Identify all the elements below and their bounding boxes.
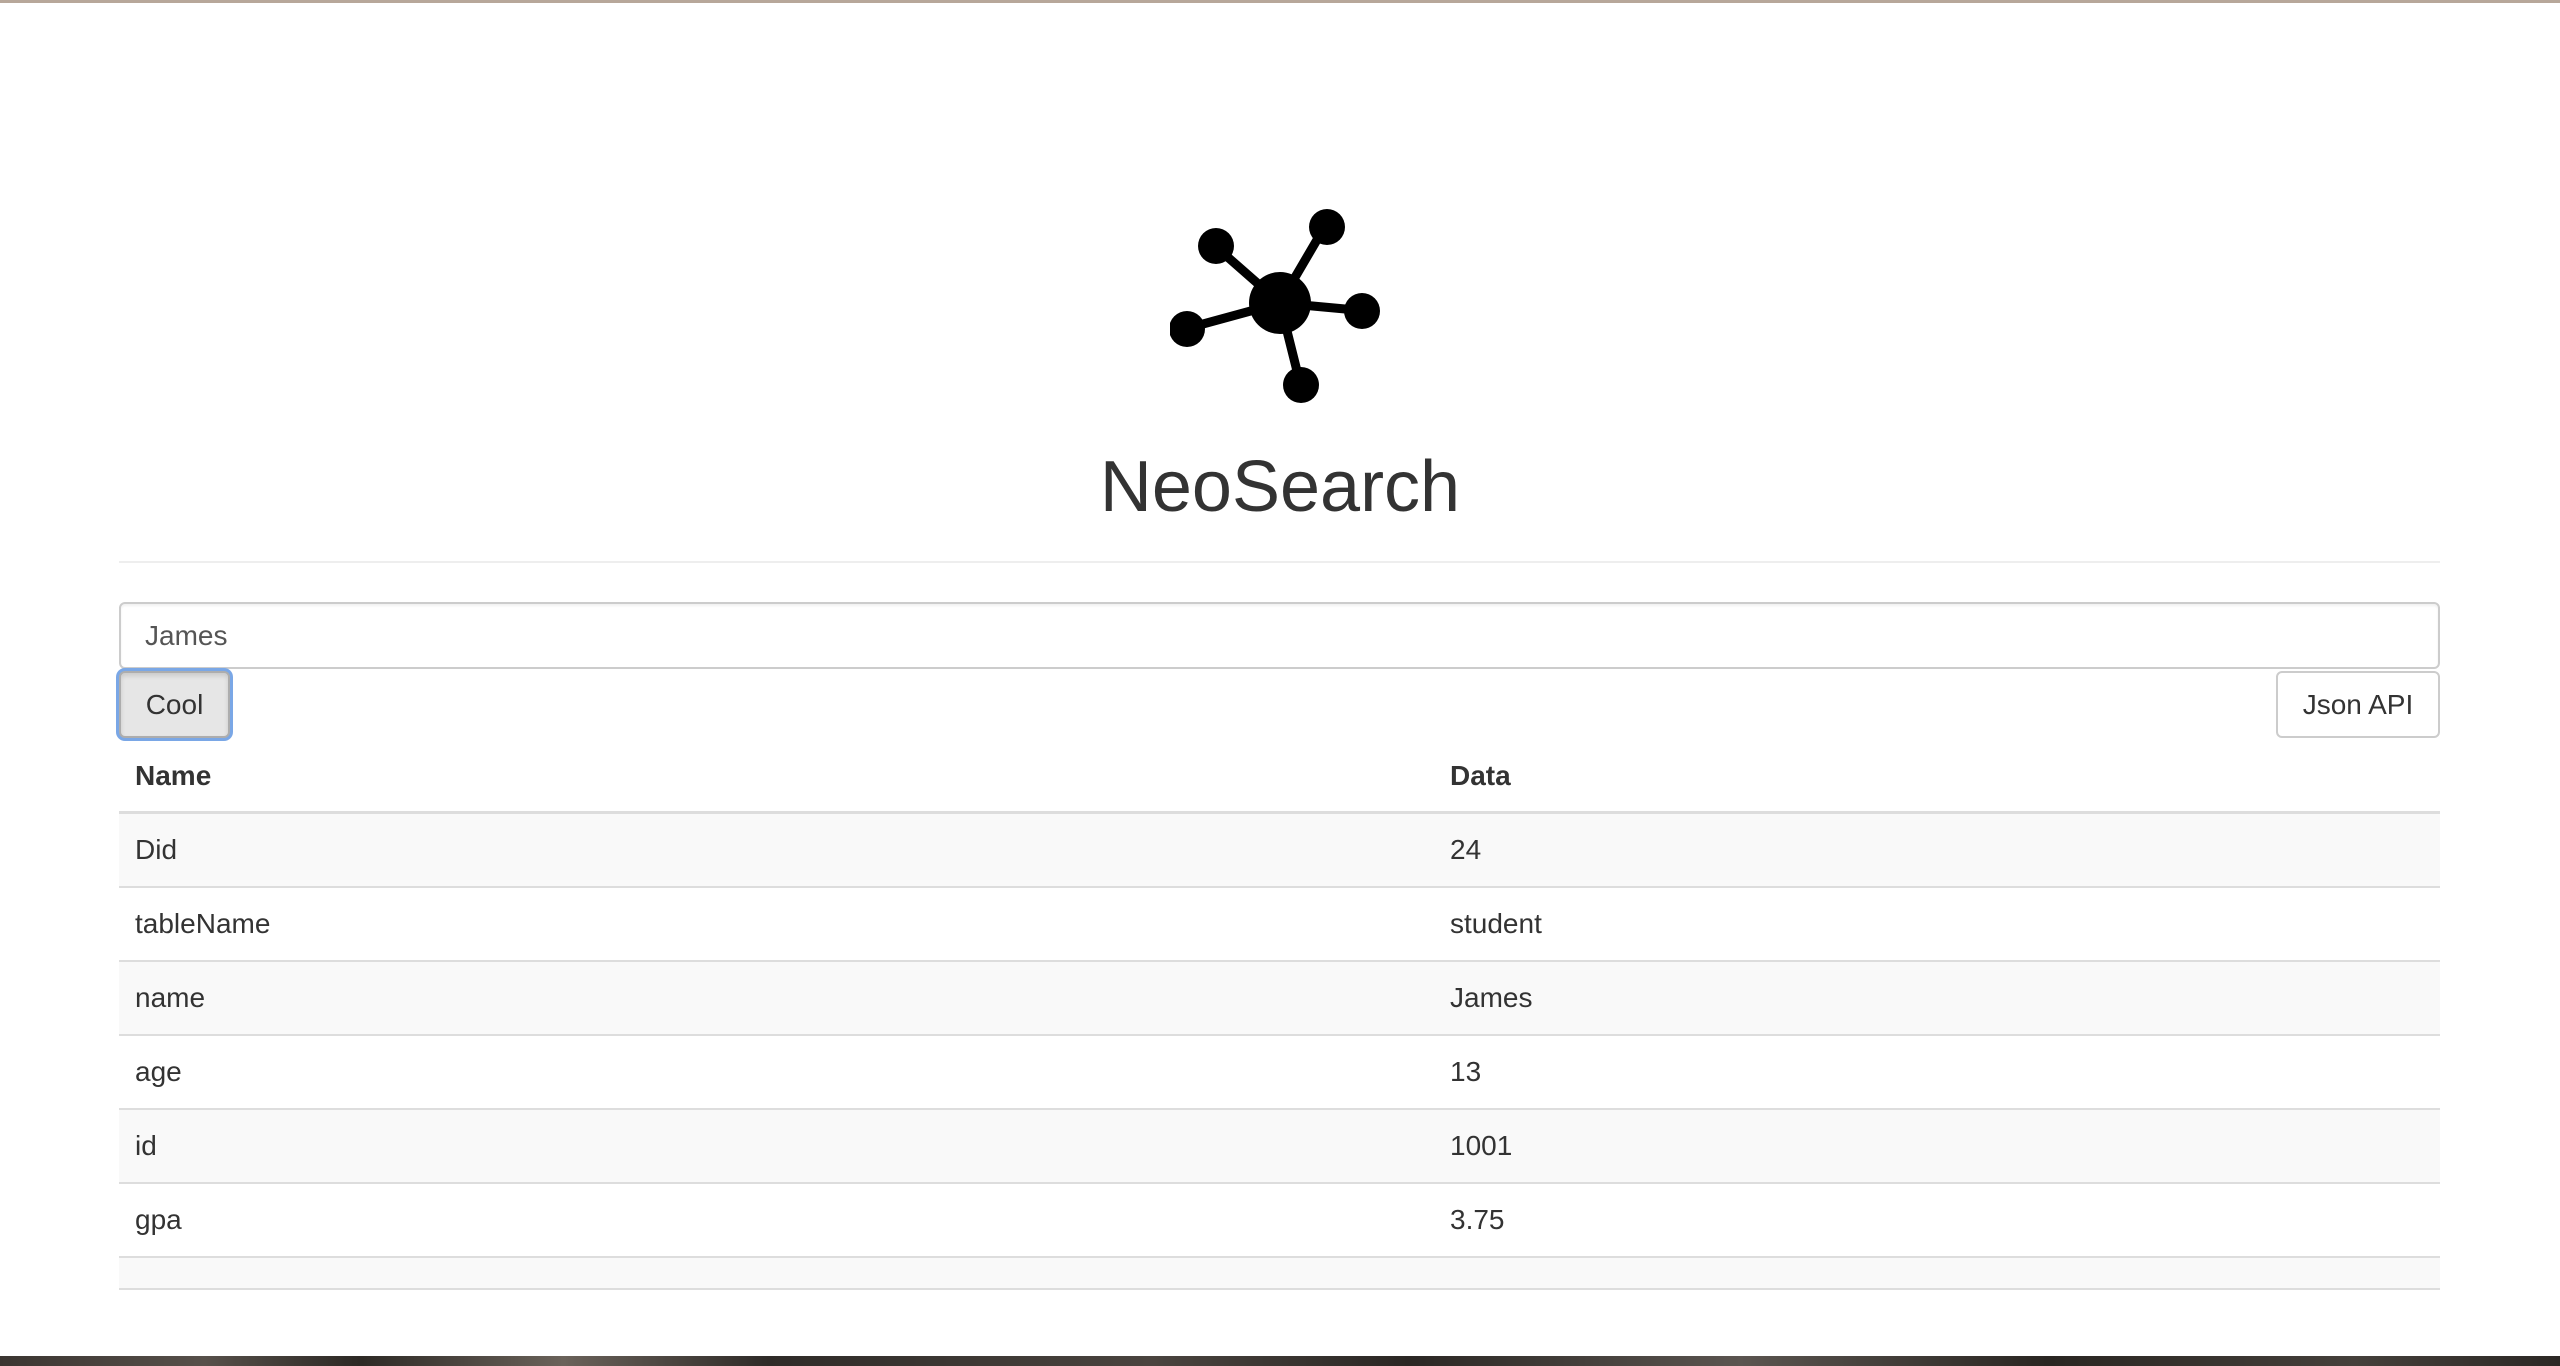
desktop-background-strip xyxy=(0,1356,2560,1366)
row-data-cell: 13 xyxy=(1434,1035,2440,1110)
row-name-cell: age xyxy=(119,1035,1434,1110)
column-header-data: Data xyxy=(1434,741,2440,814)
row-name-cell: gpa xyxy=(119,1183,1434,1258)
table-header-row: Name Data xyxy=(119,741,2440,814)
row-data-cell: 24 xyxy=(1434,812,2440,888)
header-divider xyxy=(119,561,2440,563)
row-data-cell-empty xyxy=(1434,1257,2440,1290)
row-name-cell: name xyxy=(119,961,1434,1036)
page-title: NeoSearch xyxy=(1099,447,1461,527)
row-data-cell: student xyxy=(1434,887,2440,962)
table-row: tableName student xyxy=(119,887,2440,962)
table-row: name James xyxy=(119,961,2440,1036)
table-row-empty xyxy=(119,1257,2440,1290)
row-name-cell: Did xyxy=(119,812,1434,888)
search-input[interactable] xyxy=(119,602,2440,669)
page-container: NeoSearch Cool Json API Name Data Did 24… xyxy=(0,3,2560,1356)
row-data-cell: 1001 xyxy=(1434,1109,2440,1184)
table-row: Did 24 xyxy=(119,812,2440,888)
row-data-cell: James xyxy=(1434,961,2440,1036)
table-row: gpa 3.75 xyxy=(119,1183,2440,1258)
json-api-button[interactable]: Json API xyxy=(2276,671,2440,738)
results-table: Name Data Did 24 tableName student name … xyxy=(119,741,2440,1290)
cool-button[interactable]: Cool xyxy=(119,671,230,738)
table-row: age 13 xyxy=(119,1035,2440,1110)
row-data-cell: 3.75 xyxy=(1434,1183,2440,1258)
column-header-name: Name xyxy=(119,741,1434,814)
row-name-cell: id xyxy=(119,1109,1434,1184)
row-name-cell-empty xyxy=(119,1257,1434,1290)
table-row: id 1001 xyxy=(119,1109,2440,1184)
row-name-cell: tableName xyxy=(119,887,1434,962)
network-hub-icon xyxy=(1170,209,1380,403)
